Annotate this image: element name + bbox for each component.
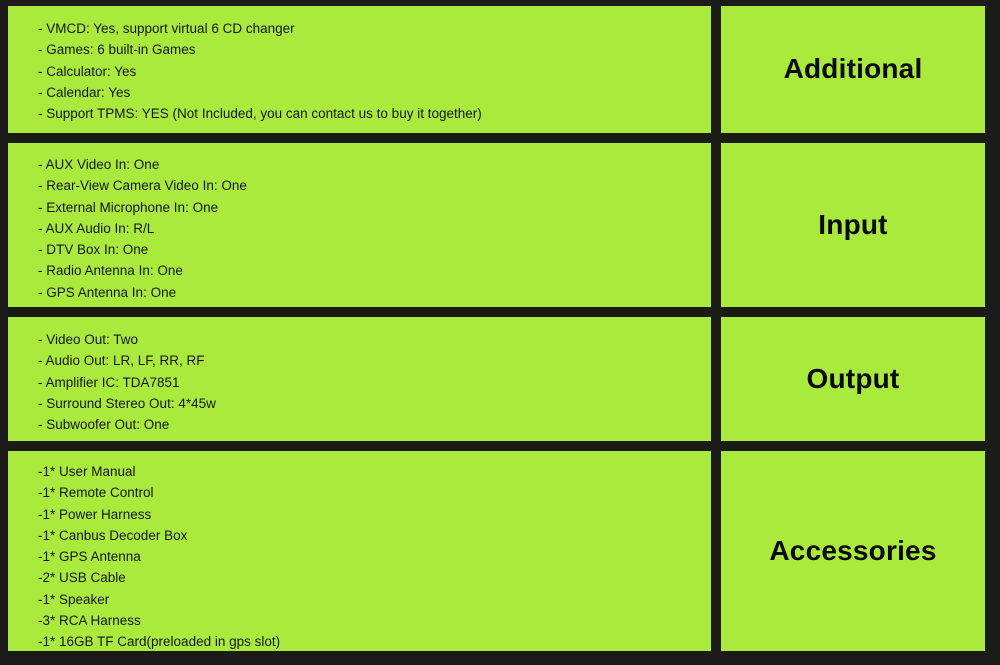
- spec-row-input: - AUX Video In: One - Rear-View Camera V…: [8, 143, 985, 307]
- spec-item: - Audio Out: LR, LF, RR, RF: [38, 353, 205, 369]
- spec-item: - AUX Video In: One: [38, 157, 160, 172]
- spec-items-output: - Video Out: Two - Audio Out: LR, LF, RR…: [8, 317, 711, 441]
- spec-item: - AUX Audio In: R/L: [38, 220, 155, 236]
- spec-item: -1* User Manual: [38, 464, 136, 479]
- spec-item: - Video Out: Two: [38, 332, 139, 347]
- spec-section-title: Output: [806, 362, 900, 394]
- spec-item: - GPS Antenna In: One: [38, 284, 177, 300]
- spec-label-cell-output: Output: [721, 317, 985, 441]
- spec-label-cell-additional: Additional: [721, 6, 985, 133]
- spec-item: -1* GPS Antenna: [38, 549, 141, 565]
- spec-item: - Rear-View Camera Video In: One: [38, 178, 247, 194]
- specification-table: - VMCD: Yes, support virtual 6 CD change…: [0, 0, 1000, 665]
- spec-label-cell-input: Input: [721, 143, 985, 307]
- spec-section-title: Input: [818, 208, 888, 240]
- spec-item: - Radio Antenna In: One: [38, 263, 183, 279]
- spec-label-cell-accessories: Accessories: [721, 451, 985, 651]
- spec-item: - Support TPMS: YES (Not Included, you c…: [38, 106, 482, 122]
- spec-row-additional: - VMCD: Yes, support virtual 6 CD change…: [8, 6, 985, 133]
- spec-item: -1* Power Harness: [38, 506, 152, 522]
- spec-section-title: Accessories: [769, 534, 937, 566]
- spec-item: - Subwoofer Out: One: [38, 417, 170, 433]
- spec-item: -1* Speaker: [38, 591, 110, 607]
- spec-item: - External Microphone In: One: [38, 199, 219, 215]
- spec-item: -3* RCA Harness: [38, 613, 141, 629]
- spec-items-input: - AUX Video In: One - Rear-View Camera V…: [8, 143, 711, 307]
- spec-item: -1* Canbus Decoder Box: [38, 527, 188, 543]
- spec-item: -1* 16GB TF Card(preloaded in gps slot): [38, 634, 281, 650]
- spec-item: - Calculator: Yes: [38, 63, 137, 79]
- spec-item: -2* USB Cable: [38, 570, 126, 586]
- spec-row-accessories: -1* User Manual -1* Remote Control -1* P…: [8, 451, 985, 651]
- spec-item: - Calendar: Yes: [38, 84, 131, 100]
- spec-item: - Games: 6 built-in Games: [38, 42, 196, 58]
- spec-items-additional: - VMCD: Yes, support virtual 6 CD change…: [8, 6, 711, 133]
- spec-item: - Amplifier IC: TDA7851: [38, 374, 180, 390]
- spec-item: -1* Remote Control: [38, 485, 154, 501]
- spec-section-title: Additional: [783, 53, 923, 85]
- spec-item: - VMCD: Yes, support virtual 6 CD change…: [38, 21, 295, 36]
- spec-item: - DTV Box In: One: [38, 242, 149, 258]
- spec-item: - Surround Stereo Out: 4*45w: [38, 395, 216, 411]
- spec-items-accessories: -1* User Manual -1* Remote Control -1* P…: [8, 451, 711, 651]
- spec-row-output: - Video Out: Two - Audio Out: LR, LF, RR…: [8, 317, 985, 441]
